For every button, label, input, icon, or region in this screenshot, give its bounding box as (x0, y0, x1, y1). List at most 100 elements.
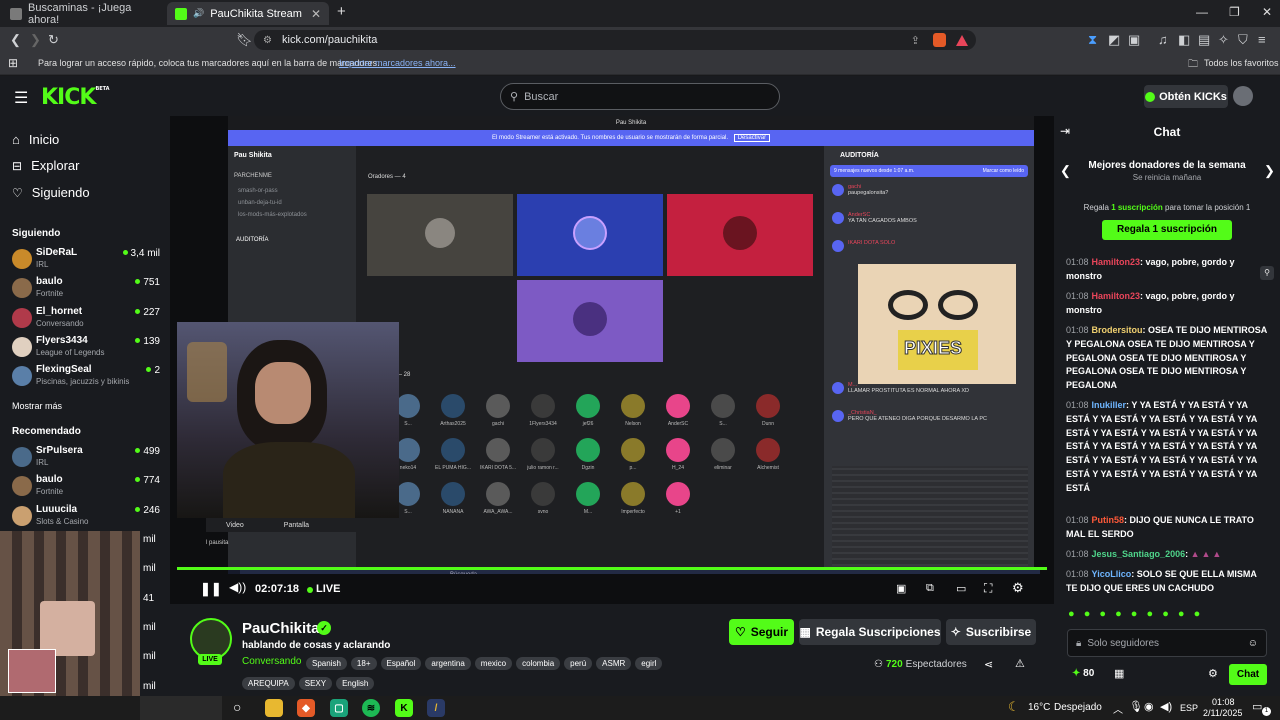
channel-row[interactable]: El_hornet Conversando 227 (12, 306, 160, 332)
stream-tag[interactable]: SEXY (298, 677, 333, 690)
channel-row[interactable]: baulo Fortnite 774 (12, 474, 160, 500)
share-icon[interactable]: ⇪ (911, 34, 920, 47)
chat-username[interactable]: Jesus_Santiago_2006 (1092, 549, 1186, 559)
settings-gear-icon[interactable]: ⚙ (1012, 580, 1024, 596)
language-indicator[interactable]: ESP (1180, 703, 1198, 713)
stream-tag[interactable]: argentina (425, 657, 471, 670)
chat-username[interactable]: Brodersitou (1092, 325, 1143, 335)
wallet2-icon[interactable]: ▤ (1198, 32, 1210, 48)
tab-buscaminas[interactable]: Buscaminas - ¡Juega ahora! (2, 2, 164, 26)
gift-one-sub-button[interactable]: Regala 1 suscripción (1102, 220, 1232, 240)
channel-row[interactable]: Luuucila Slots & Casino 246 (12, 504, 160, 530)
emote-row[interactable]: ● ● ● ● ● ● ● ● ● (1068, 608, 1268, 622)
share-icon[interactable]: ⋖ (984, 658, 993, 671)
nav-home[interactable]: ⌂ Inicio (12, 132, 59, 147)
file-explorer-icon[interactable] (265, 699, 283, 717)
app2-icon[interactable]: / (427, 699, 445, 717)
leo-icon[interactable]: ✧ (1218, 32, 1229, 48)
send-chat-button[interactable]: Chat (1229, 664, 1267, 685)
spotify-icon[interactable]: ≋ (362, 699, 380, 717)
minimize-icon[interactable]: — (1196, 5, 1208, 19)
search-input[interactable]: ⚲ Buscar (500, 83, 780, 110)
forward-icon[interactable]: ❯ (30, 32, 41, 48)
task-view-icon[interactable]: ○ (233, 699, 241, 715)
streamer-name[interactable]: PauChikita (242, 620, 320, 637)
wallet-icon[interactable]: ▣ (1128, 32, 1140, 48)
import-bookmarks-link[interactable]: Importar marcadores ahora... (339, 58, 456, 68)
stream-tag[interactable]: colombia (516, 657, 561, 670)
brave-shields-icon[interactable] (933, 33, 946, 47)
clip-icon[interactable]: ⧉ (926, 582, 934, 595)
extension-icon[interactable]: ◩ (1108, 32, 1120, 48)
stream-tag[interactable]: mexico (474, 657, 513, 670)
chat-username[interactable]: Putin58 (1092, 515, 1125, 525)
chat-username[interactable]: Hamilton23 (1092, 291, 1141, 301)
stream-category[interactable]: Conversando (242, 656, 301, 667)
kick-logo[interactable]: KICKBETA (41, 85, 110, 110)
subscribe-button[interactable]: ✧ Suscribirse (946, 619, 1036, 645)
app-icon[interactable]: ▢ (330, 699, 348, 717)
stream-tag[interactable]: English (336, 677, 375, 690)
mic-icon[interactable]: 🎙︎ (1129, 700, 1143, 713)
video-player[interactable]: Pau Shikita El modo Streamer está activa… (170, 116, 1054, 604)
show-more-link[interactable]: Mostrar más (12, 401, 62, 411)
bookmark-icon[interactable]: 🔖︎ (236, 32, 253, 48)
new-tab-icon[interactable]: + (337, 3, 346, 20)
restore-icon[interactable]: ❐ (1229, 5, 1240, 19)
channel-row[interactable]: baulo Fortnite 751 (12, 276, 160, 302)
tray-chevron-icon[interactable]: ︿ (1113, 701, 1123, 716)
clock-time[interactable]: 01:08 (1212, 697, 1235, 707)
back-icon[interactable]: ❮ (10, 32, 21, 48)
sound-icon[interactable]: ◀) (1160, 700, 1172, 713)
chat-username[interactable]: Inukiller (1092, 400, 1127, 410)
channel-points[interactable]: ✦ 80 (1072, 668, 1094, 679)
pause-icon[interactable]: ❚❚ (200, 581, 222, 597)
fullscreen-icon[interactable]: ⛶ (984, 581, 992, 596)
follow-button[interactable]: ♡ Seguir (729, 619, 794, 645)
video-progress-bar[interactable] (177, 567, 1047, 570)
stream-tag[interactable]: 18+ (350, 657, 377, 670)
stream-tag[interactable]: Español (380, 657, 422, 670)
chat-settings-icon[interactable]: ⚙ (1208, 667, 1218, 680)
hamburger-menu-icon[interactable]: ☰ (14, 88, 28, 108)
stream-tag[interactable]: ASMR (596, 657, 632, 670)
stream-tag[interactable]: egirl (635, 657, 663, 670)
chat-username[interactable]: YicoLlico (1092, 569, 1132, 579)
channel-row[interactable]: FlexingSeal Piscinas, jacuzzis y bikinis 2 (12, 364, 160, 390)
channel-row[interactable]: SrPulsera IRL 499 (12, 445, 160, 471)
stream-tag[interactable]: Spanish (306, 657, 347, 670)
nav-following[interactable]: ♡ Siguiendo (12, 185, 90, 200)
theater-icon[interactable]: ▭ (956, 582, 966, 595)
chat-input[interactable]: 🔒︎ Solo seguidores ☺ (1067, 629, 1267, 657)
all-favorites[interactable]: Todos los favoritos (1204, 58, 1279, 68)
channel-row[interactable]: Flyers3434 League of Legends 139 (12, 335, 160, 361)
brave-icon[interactable]: ◆ (297, 699, 315, 717)
notifications-icon[interactable]: ▭ (1252, 700, 1262, 713)
user-avatar[interactable] (1233, 86, 1253, 106)
get-kicks-button[interactable]: Obtén KICKs (1144, 85, 1228, 108)
media-icon[interactable]: ♫ (1158, 32, 1168, 47)
next-leaderboard-icon[interactable]: ❯ (1264, 163, 1275, 179)
stream-tag[interactable]: perú (564, 657, 593, 670)
sidebar-icon[interactable]: ◧ (1178, 32, 1190, 48)
vpn-icon[interactable]: ⛉ (1238, 32, 1248, 48)
taskbar-search[interactable] (140, 696, 222, 720)
channel-row[interactable]: SiDeRaL IRL 3,4 mil (12, 247, 160, 273)
close-window-icon[interactable]: ✕ (1262, 5, 1272, 19)
volume-icon[interactable]: ◀)) (229, 580, 246, 594)
nav-explore[interactable]: ⊟ Explorar (12, 158, 79, 173)
stream-tag[interactable]: AREQUIPA (242, 677, 295, 690)
close-tab-icon[interactable]: ✕ (311, 7, 321, 21)
apps-grid-icon[interactable]: ⊞ (8, 56, 18, 70)
menu-icon[interactable]: ≡ (1258, 32, 1266, 47)
address-bar[interactable]: ⚙ kick.com/pauchikita ⇪ (254, 30, 976, 50)
reload-icon[interactable]: ↻ (48, 32, 59, 48)
clock-date[interactable]: 2/11/2025 (1203, 708, 1242, 718)
kick-app-icon[interactable]: K (395, 699, 413, 717)
tab-pauchikita[interactable]: 🔊 PauChikita Stream - Watch Li... ✕ (167, 2, 329, 25)
gift-subs-button[interactable]: ▦ Regala Suscripciones (799, 619, 941, 645)
report-icon[interactable]: ⚠ (1015, 657, 1025, 670)
predictions-icon[interactable]: ▦ (1114, 667, 1124, 680)
pip-icon[interactable]: ▣ (896, 582, 906, 595)
site-info-icon[interactable]: ⚙ (263, 35, 272, 46)
